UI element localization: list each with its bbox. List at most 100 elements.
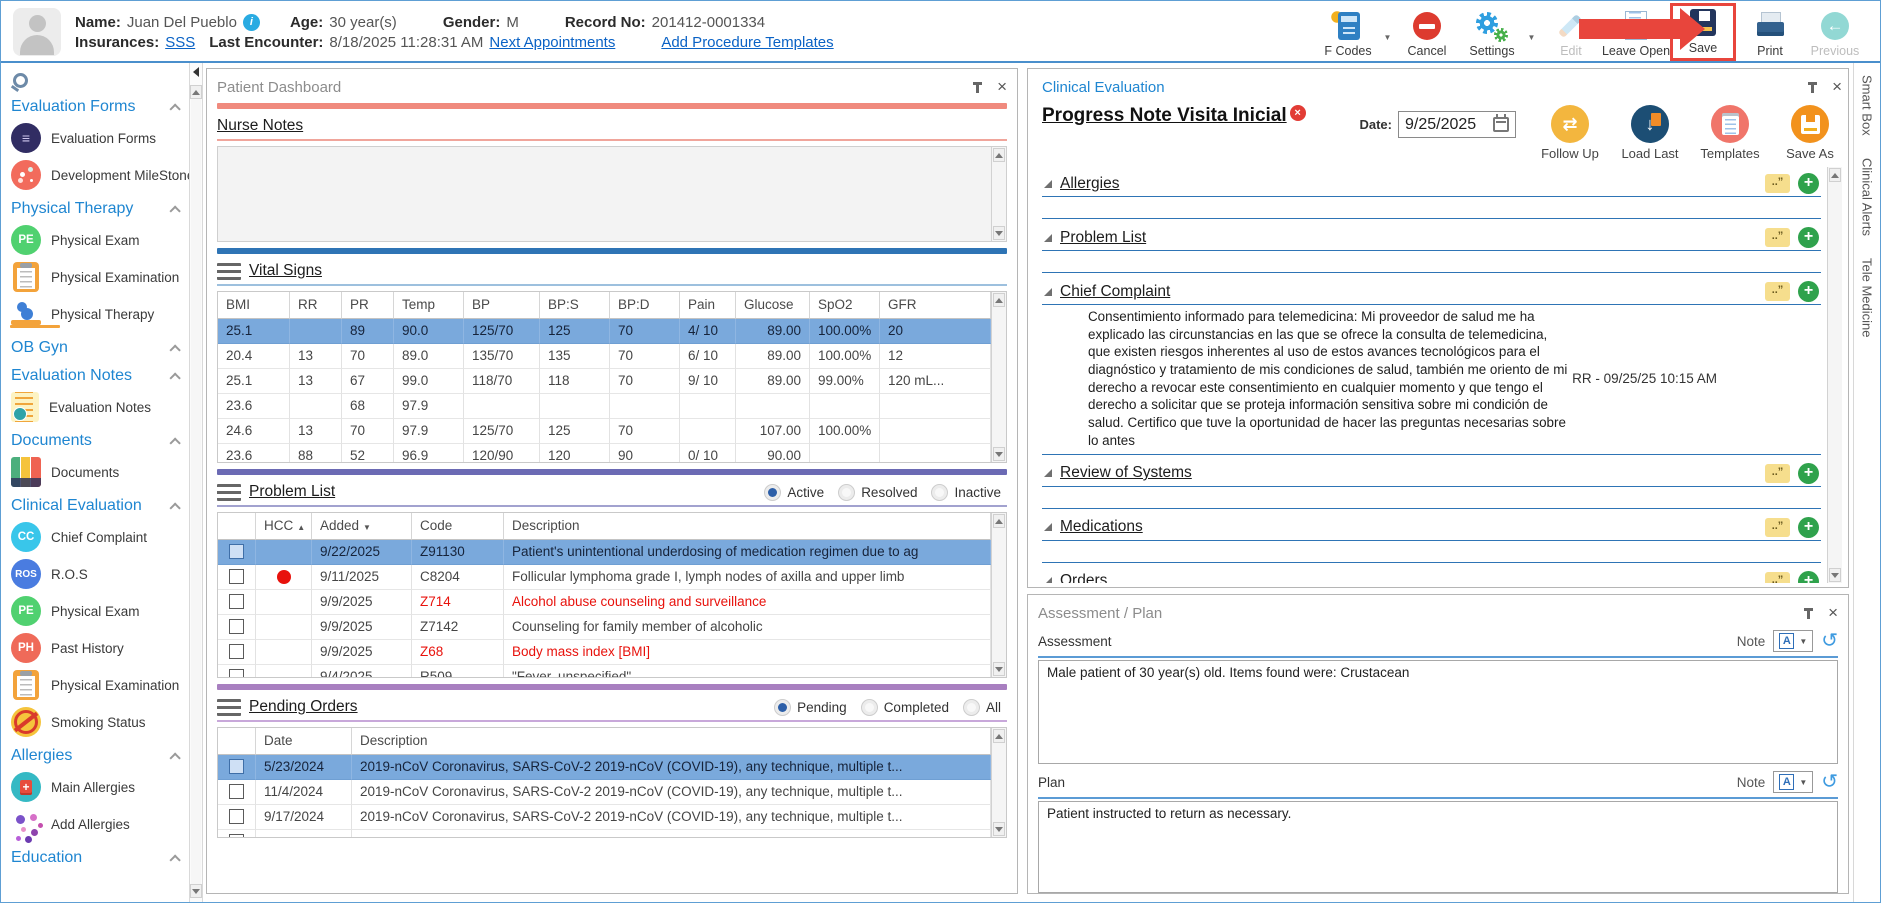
chief-complaint-text[interactable]: Consentimiento informado para telemedici…: [1042, 308, 1572, 450]
section-label[interactable]: Allergies: [1060, 175, 1119, 193]
pending-orders-header-row[interactable]: Date Description: [218, 728, 991, 755]
plan-textarea[interactable]: Patient instructed to return as necessar…: [1038, 801, 1838, 893]
column-header[interactable]: BMI: [218, 292, 290, 319]
problem-list-radio-inactive[interactable]: Inactive: [931, 483, 1001, 501]
pending-orders-radio-completed[interactable]: Completed: [860, 698, 949, 716]
close-icon[interactable]: ×: [1828, 604, 1838, 621]
row-checkbox[interactable]: [229, 784, 244, 799]
add-icon[interactable]: +: [1798, 281, 1819, 302]
quote-note-icon[interactable]: ..”: [1765, 228, 1790, 247]
note-type-dropdown[interactable]: A ▼: [1773, 630, 1814, 652]
sidebar-item-r-o-s[interactable]: ROS R.O.S: [11, 559, 189, 589]
sidebar-item-main-allergies[interactable]: Main Allergies: [11, 772, 189, 802]
section-body[interactable]: [1042, 251, 1821, 273]
column-header[interactable]: BP: [464, 292, 540, 319]
sidebar-group-documents[interactable]: Documents: [11, 432, 187, 450]
column-header[interactable]: SpO2: [810, 292, 880, 319]
row-checkbox[interactable]: [229, 834, 244, 837]
row-checkbox[interactable]: [229, 569, 244, 584]
scroll-down-icon[interactable]: [1829, 568, 1841, 582]
menu-icon[interactable]: [217, 262, 241, 280]
sidebar-scrollbar[interactable]: [189, 63, 203, 902]
sidebar-item-physical-exam[interactable]: PE Physical Exam: [11, 225, 189, 255]
table-row[interactable]: 9/9/2025 Z68 Body mass index [BMI]: [218, 640, 991, 665]
sidebar-item-past-history[interactable]: PH Past History: [11, 633, 189, 663]
load-last-button[interactable]: Load Last: [1618, 105, 1682, 161]
table-row[interactable]: 20.4 13 70 89.0 135/70 135 70 6/ 10 89.00 100.00%…: [218, 344, 991, 369]
table-row[interactable]: 9/9/2025 Z7142 Counseling for family membe…: [218, 615, 991, 640]
sidebar-group-physical-therapy[interactable]: Physical Therapy: [11, 200, 187, 218]
side-tab-smart-box[interactable]: Smart Box: [1860, 75, 1875, 136]
scroll-down-icon[interactable]: [993, 822, 1005, 836]
column-header[interactable]: Code: [412, 513, 504, 540]
problem-list-radio-resolved[interactable]: Resolved: [838, 483, 917, 501]
vital-signs-header-row[interactable]: BMI RR PR Temp BP BP:S BP:D Pain Glucose SpO2 GFR: [218, 292, 991, 319]
follow-up-button[interactable]: Follow Up: [1538, 105, 1602, 161]
section-label[interactable]: Problem List: [1060, 229, 1146, 247]
sidebar-group-evaluation-forms[interactable]: Evaluation Forms: [11, 98, 187, 116]
column-header[interactable]: GFR: [880, 292, 991, 319]
table-row[interactable]: 9/9/2025 Z714 Alcohol abuse counseling and…: [218, 590, 991, 615]
sidebar-group-education[interactable]: Education: [11, 849, 187, 867]
section-label[interactable]: Chief Complaint: [1060, 283, 1170, 301]
scroll-up-icon[interactable]: [993, 729, 1005, 743]
collapse-icon[interactable]: [1044, 577, 1052, 583]
quote-note-icon[interactable]: ..”: [1765, 571, 1790, 583]
sidebar-item-documents[interactable]: Documents: [11, 457, 189, 487]
quote-note-icon[interactable]: ..”: [1765, 463, 1790, 483]
nurse-notes-box[interactable]: [217, 146, 1007, 242]
assessment-textarea[interactable]: Male patient of 30 year(s) old. Items fo…: [1038, 660, 1838, 764]
problem-list-scrollbar[interactable]: [991, 513, 1006, 677]
row-checkbox[interactable]: [229, 809, 244, 824]
side-tab-clinical-alerts[interactable]: Clinical Alerts: [1860, 158, 1875, 236]
column-header[interactable]: Date: [256, 728, 352, 755]
row-checkbox[interactable]: [229, 544, 244, 559]
pending-orders-radio-all[interactable]: All: [962, 698, 1001, 716]
column-header[interactable]: [218, 513, 256, 540]
menu-icon[interactable]: [217, 483, 241, 501]
templates-button[interactable]: Templates: [1698, 105, 1762, 161]
table-row[interactable]: 25.1 89 90.0 125/70 125 70 4/ 10 89.00 100.00% 20: [218, 319, 991, 344]
pending-orders-scrollbar[interactable]: [991, 728, 1006, 837]
table-row[interactable]: 24.6 13 70 97.9 125/70 125 70 107.00 100.00%: [218, 419, 991, 444]
scroll-down-icon[interactable]: [190, 884, 202, 898]
scroll-up-icon[interactable]: [993, 148, 1005, 162]
table-row[interactable]: 9/11/2025 C8204 Follicular lymphoma grade …: [218, 565, 991, 590]
section-label[interactable]: Review of Systems: [1060, 464, 1192, 482]
pending-orders-radio-pending[interactable]: Pending: [774, 698, 847, 716]
table-row[interactable]: 9/17/2024 2019-nCoV Coronavirus, SARS-CoV…: [218, 805, 991, 830]
column-header[interactable]: Description: [504, 513, 991, 540]
sidebar-item-smoking-status[interactable]: Smoking Status: [11, 707, 189, 737]
column-header[interactable]: BP:D: [610, 292, 680, 319]
dropdown-caret-icon[interactable]: ▼: [1526, 13, 1537, 61]
pin-icon[interactable]: [972, 81, 983, 94]
insurances-link[interactable]: SSS: [165, 34, 195, 51]
pin-icon[interactable]: [1803, 607, 1814, 620]
settings-button[interactable]: Settings: [1461, 3, 1523, 61]
close-icon[interactable]: ×: [997, 78, 1007, 95]
column-header[interactable]: RR: [290, 292, 342, 319]
add-procedure-templates-link[interactable]: Add Procedure Templates: [661, 34, 833, 51]
print-button[interactable]: Print: [1739, 3, 1801, 61]
sidebar-item-chief-complaint[interactable]: CC Chief Complaint: [11, 522, 189, 552]
column-header[interactable]: [218, 728, 256, 755]
scroll-down-icon[interactable]: [993, 447, 1005, 461]
date-field[interactable]: 9/25/2025: [1398, 111, 1516, 138]
collapse-icon[interactable]: [1044, 469, 1052, 477]
dropdown-caret-icon[interactable]: ▼: [1382, 13, 1393, 61]
column-header[interactable]: Glucose: [736, 292, 810, 319]
table-row[interactable]: 9/22/2025 Z91130 Patient's unintentional u…: [218, 540, 991, 565]
next-appointments-link[interactable]: Next Appointments: [489, 34, 615, 51]
section-body[interactable]: [1042, 487, 1821, 509]
table-row[interactable]: 5/23/2024 2019-nCoV Coronavirus, SARS-CoV…: [218, 755, 991, 780]
problem-list-radio-active[interactable]: Active: [764, 483, 824, 501]
collapse-icon[interactable]: [1044, 523, 1052, 531]
scrollbar-track[interactable]: [191, 99, 201, 884]
patient-info-icon[interactable]: i: [242, 13, 260, 31]
nurse-notes-scrollbar[interactable]: [991, 147, 1006, 241]
sidebar-group-evaluation-notes[interactable]: Evaluation Notes: [11, 367, 187, 385]
quote-note-icon[interactable]: ..”: [1765, 517, 1790, 537]
sidebar-group-clinical-evaluation[interactable]: Clinical Evaluation: [11, 497, 187, 515]
sidebar-item-physical-exam[interactable]: PE Physical Exam: [11, 596, 189, 626]
problem-list-header-row[interactable]: HCC ▲ Added ▼ Code Description: [218, 513, 991, 540]
